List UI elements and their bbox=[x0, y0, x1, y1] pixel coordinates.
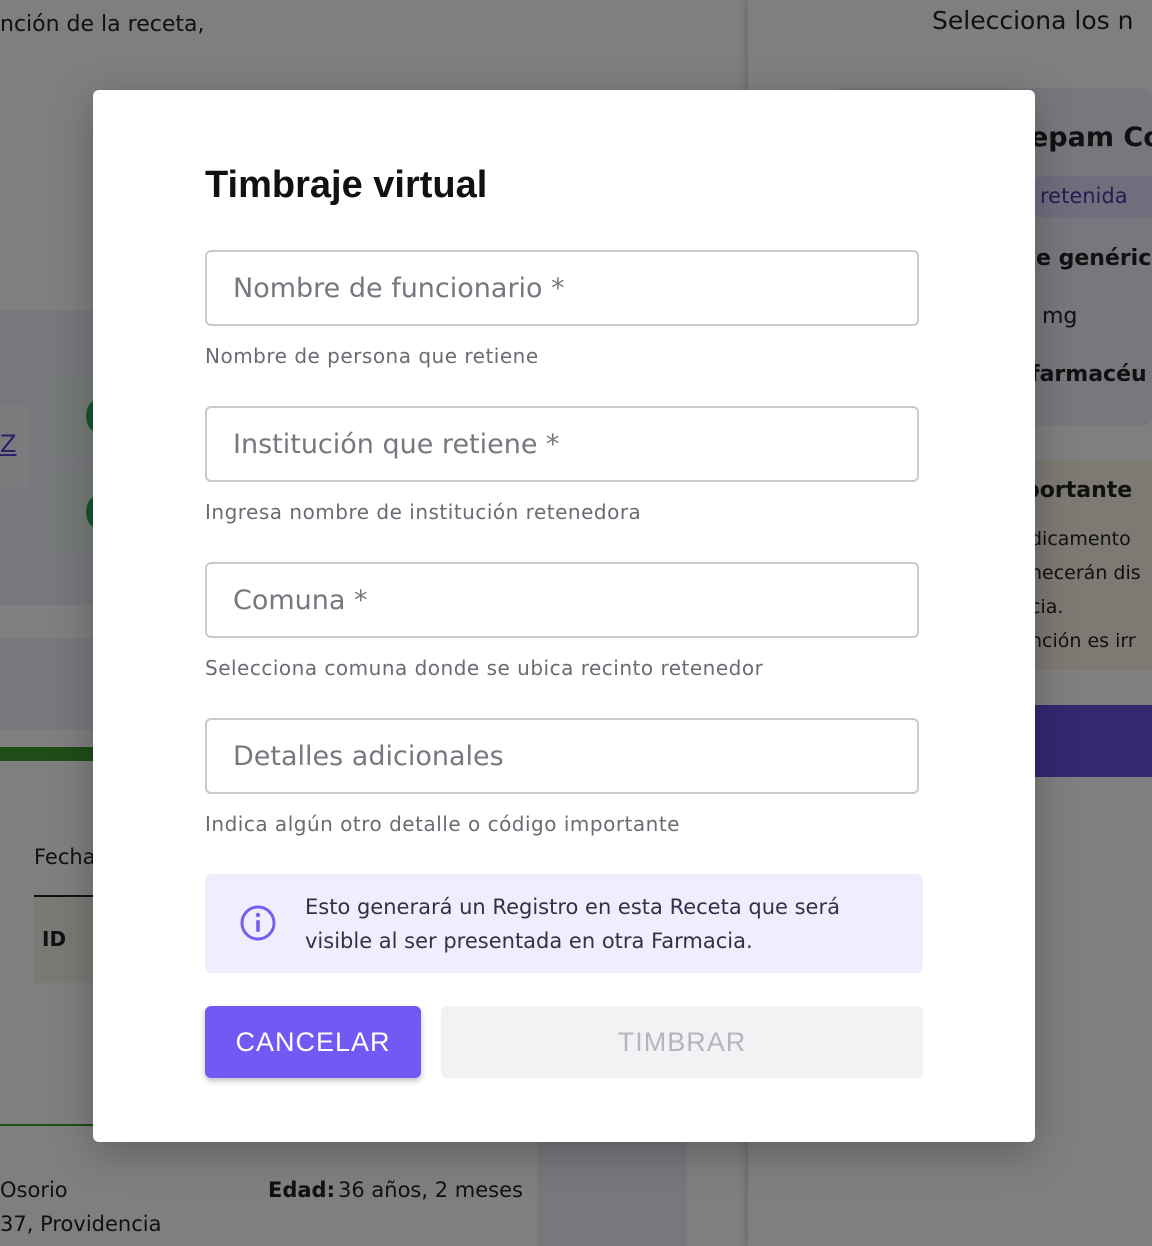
timbraje-dialog: Timbraje virtual Nombre de persona que r… bbox=[93, 90, 1035, 1142]
cancel-button[interactable]: CANCELAR bbox=[205, 1006, 421, 1078]
institucion-helper: Ingresa nombre de institución retenedora bbox=[205, 500, 642, 524]
institucion-field[interactable] bbox=[205, 406, 919, 482]
info-alert: Esto generará un Registro en esta Receta… bbox=[205, 874, 923, 973]
funcionario-input[interactable] bbox=[207, 252, 917, 324]
detalles-input[interactable] bbox=[207, 720, 917, 792]
info-text: Esto generará un Registro en esta Receta… bbox=[305, 895, 840, 953]
comuna-field[interactable] bbox=[205, 562, 919, 638]
comuna-input[interactable] bbox=[207, 564, 917, 636]
detalles-field[interactable] bbox=[205, 718, 919, 794]
institucion-input[interactable] bbox=[207, 408, 917, 480]
timbrar-button[interactable]: TIMBRAR bbox=[441, 1006, 923, 1078]
funcionario-field[interactable] bbox=[205, 250, 919, 326]
info-circle-icon bbox=[240, 905, 276, 941]
dialog-title: Timbraje virtual bbox=[205, 164, 488, 206]
funcionario-helper: Nombre de persona que retiene bbox=[205, 344, 539, 368]
detalles-helper: Indica algún otro detalle o código impor… bbox=[205, 812, 680, 836]
comuna-helper: Selecciona comuna donde se ubica recinto… bbox=[205, 656, 764, 680]
